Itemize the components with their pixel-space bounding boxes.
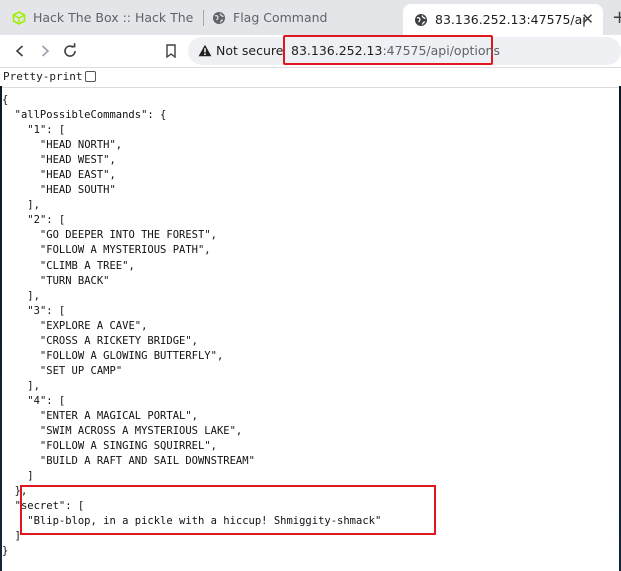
json-punct: ", <box>210 349 224 362</box>
tab-separator <box>203 10 204 26</box>
tab-api-options[interactable]: 83.136.252.13:47575/api/ ✕ <box>403 4 603 35</box>
json-punct: ", <box>103 154 116 167</box>
pretty-print-bar: Pretty-print <box>0 67 621 88</box>
url-host: 83.136.252.13 <box>291 43 383 58</box>
json-punct: ", <box>229 425 243 438</box>
json-punct: ], <box>2 379 40 392</box>
globe-icon <box>212 11 226 25</box>
json-punct: ", <box>109 139 123 152</box>
json-punct: ] <box>2 470 34 483</box>
json-punct: ": [ <box>39 304 66 317</box>
globe-icon <box>414 13 428 27</box>
json-punct: " <box>115 364 123 377</box>
json-punct: " <box>2 349 47 362</box>
browser-toolbar: Not secure 83.136.252.13:47575/api/optio… <box>0 35 621 67</box>
json-key: allPossibleCommands <box>20 109 142 122</box>
json-string-value: CLIMB A TREE <box>46 259 123 272</box>
back-arrow-icon[interactable] <box>9 40 31 62</box>
security-label: Not secure <box>216 43 284 58</box>
json-string-value: FOLLOW A SINGING SQUIRREL <box>46 440 205 453</box>
json-punct: " <box>2 319 47 332</box>
json-string-value: BUILD A RAFT AND SAIL DOWNSTREAM <box>46 455 249 468</box>
json-punct: " <box>2 109 21 122</box>
json-punct: " <box>2 214 34 227</box>
tab-title: Flag Command <box>233 10 328 25</box>
json-punct: " <box>2 409 47 422</box>
json-punct: ", <box>204 440 217 453</box>
json-punct: " <box>248 455 255 468</box>
json-punct: " <box>2 169 47 182</box>
tab-title: Hack The Box :: Hack The Bo <box>33 10 194 25</box>
json-punct: ", <box>197 244 211 257</box>
warning-triangle-icon <box>198 44 212 57</box>
json-punct: " <box>2 139 47 152</box>
json-punct: ], <box>2 289 40 302</box>
json-punct: " <box>2 154 47 167</box>
json-punct: ] <box>2 530 21 543</box>
json-punct: " <box>2 259 47 272</box>
secret-highlight-box <box>20 485 436 535</box>
json-punct: " <box>2 455 47 468</box>
json-punct: " <box>2 124 34 137</box>
reload-icon[interactable] <box>59 40 81 62</box>
json-string-value: GO DEEPER INTO THE FOREST <box>46 229 205 242</box>
pretty-print-label: Pretty-print <box>3 70 83 83</box>
pretty-print-toggle[interactable]: Pretty-print <box>3 70 97 83</box>
json-punct: " <box>2 500 21 513</box>
json-punct: " <box>2 184 47 197</box>
json-punct: " <box>2 229 47 242</box>
json-punct: " <box>2 304 34 317</box>
json-punct: ": [ <box>39 124 66 137</box>
json-punct: ", <box>185 409 198 422</box>
json-string-value: FOLLOW A GLOWING BUTTERFLY <box>46 349 211 362</box>
json-string-value: HEAD WEST <box>46 154 104 167</box>
json-brace: } <box>2 545 9 558</box>
json-string-value: CROSS A RICKETY BRIDGE <box>46 334 186 347</box>
pretty-print-checkbox[interactable] <box>85 71 97 82</box>
json-punct: " <box>2 364 47 377</box>
json-string-value: SET UP CAMP <box>46 364 116 377</box>
hackthebox-cube-icon <box>12 10 26 25</box>
json-punct: " <box>2 440 47 453</box>
tab-title: 83.136.252.13:47575/api/ <box>435 12 585 27</box>
json-punct: " <box>2 394 34 407</box>
json-punct: ": [ <box>39 394 66 407</box>
json-string-value: HEAD NORTH <box>46 139 110 152</box>
new-tab-plus-icon[interactable]: + <box>612 7 621 28</box>
json-punct: " <box>103 274 110 287</box>
json-punct: " <box>109 184 116 197</box>
json-punct: " <box>2 334 47 347</box>
json-brace: { <box>2 94 9 106</box>
json-string-value: TURN BACK <box>46 274 104 287</box>
json-punct: ", <box>185 334 198 347</box>
background-edge-left <box>0 86 2 571</box>
json-string-value: HEAD EAST <box>46 169 104 182</box>
url-path: :47575/api/options <box>382 43 500 58</box>
address-bar[interactable]: Not secure 83.136.252.13:47575/api/optio… <box>188 35 621 65</box>
json-punct: ", <box>103 169 116 182</box>
json-string-value: FOLLOW A MYSTERIOUS PATH <box>46 244 198 257</box>
bookmark-icon[interactable] <box>160 40 182 62</box>
tab-strip: Hack The Box :: Hack The Bo Flag Command… <box>0 0 621 35</box>
json-punct: " <box>2 244 47 257</box>
json-string-value: SWIM ACROSS A MYSTERIOUS LAKE <box>46 425 230 438</box>
forward-arrow-icon[interactable] <box>34 40 56 62</box>
tab-flag-command[interactable]: Flag Command <box>212 3 382 32</box>
json-punct: ", <box>122 259 135 272</box>
json-punct: " <box>2 425 47 438</box>
close-icon[interactable]: ✕ <box>581 10 594 28</box>
security-indicator[interactable]: Not secure <box>198 43 283 58</box>
json-string-value: EXPLORE A CAVE <box>46 319 135 332</box>
url-text[interactable]: 83.136.252.13:47575/api/options <box>291 43 500 58</box>
json-punct: ", <box>134 319 148 332</box>
json-punct: ": { <box>141 109 167 122</box>
json-punct: ], <box>2 199 40 212</box>
json-string-value: HEAD SOUTH <box>46 184 110 197</box>
json-punct: ", <box>204 229 217 242</box>
tab-hackthebox[interactable]: Hack The Box :: Hack The Bo <box>12 3 194 32</box>
json-punct: ": [ <box>39 214 66 227</box>
json-punct: " <box>2 274 47 287</box>
json-string-value: ENTER A MAGICAL PORTAL <box>46 409 186 422</box>
